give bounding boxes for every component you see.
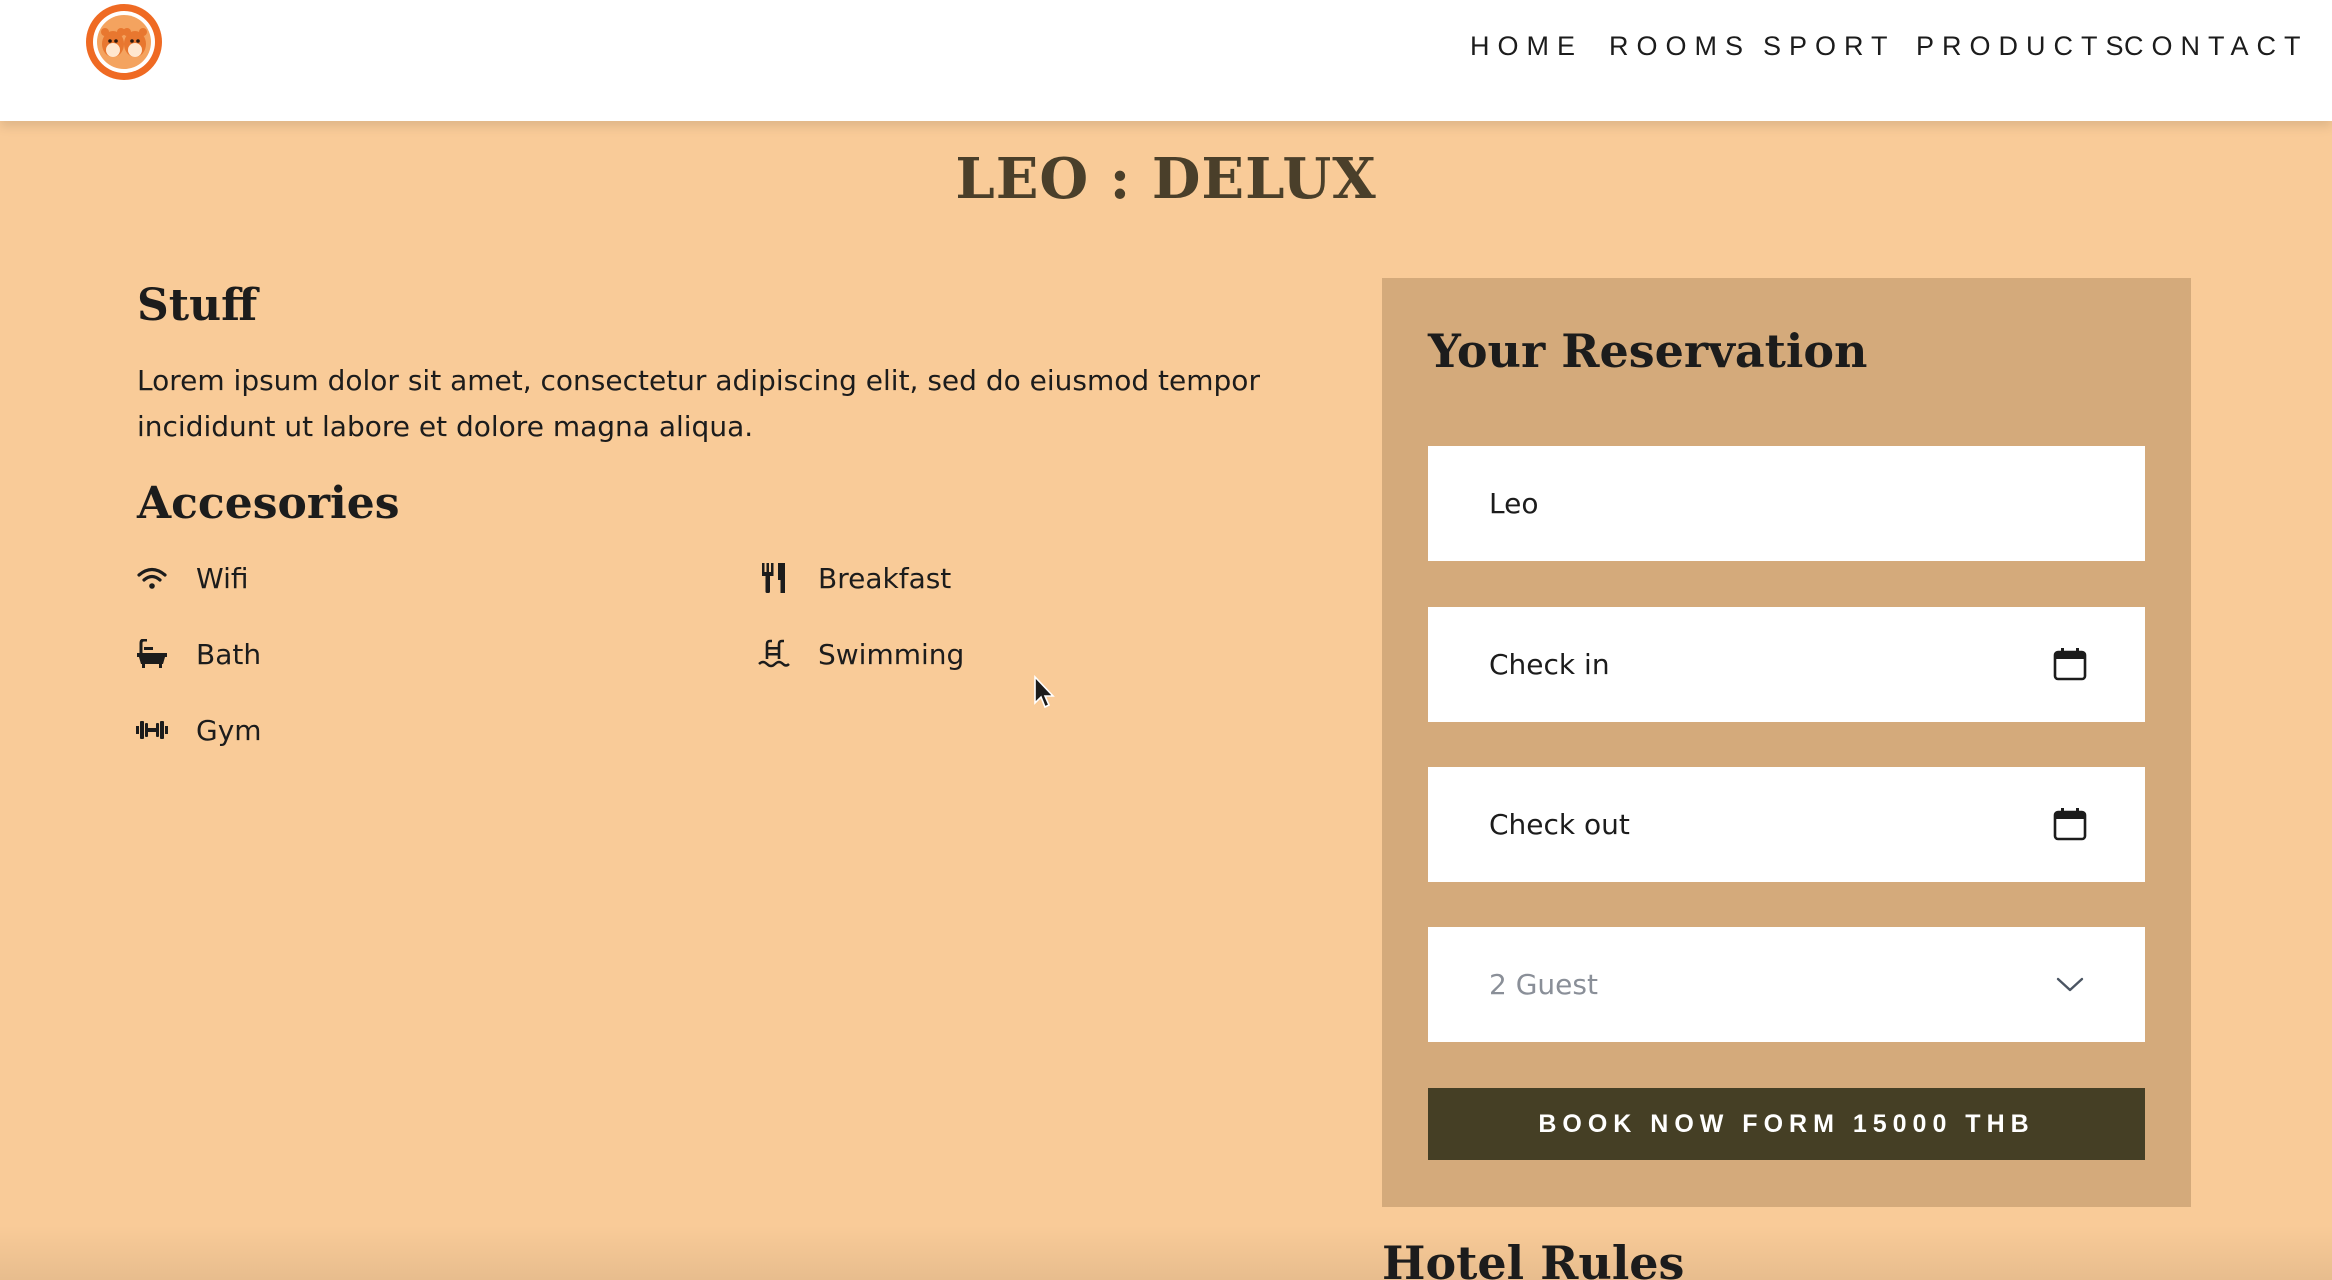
hamster-logo-icon[interactable]: [84, 2, 164, 82]
amenity-label: Gym: [196, 713, 262, 747]
amenity-label: Bath: [196, 637, 262, 671]
nav-home[interactable]: HOME: [1470, 28, 1583, 64]
stuff-heading: Stuff: [137, 280, 258, 331]
amenity-label: Swimming: [818, 637, 965, 671]
dumbbell-icon: [135, 713, 169, 747]
nav-sport[interactable]: SPORT: [1763, 28, 1896, 64]
checkin-value: Check in: [1489, 648, 1610, 681]
swimming-icon: [757, 637, 791, 671]
hotel-rules-heading: Hotel Rules: [1382, 1236, 1685, 1280]
page-title: LEO : DELUX: [955, 146, 1377, 212]
book-now-button[interactable]: BOOK NOW FORM 15000 THB: [1428, 1088, 2145, 1160]
name-field[interactable]: Leo: [1428, 446, 2145, 561]
guest-selected-value: 2 Guest: [1489, 968, 1598, 1001]
bath-icon: [135, 637, 169, 671]
utensils-icon: [757, 561, 791, 595]
calendar-icon[interactable]: [2053, 647, 2087, 681]
site-header: HOME ROOMS SPORT PRODUCTS CONTACT: [0, 0, 2332, 121]
nav-rooms[interactable]: ROOMS: [1609, 28, 1751, 64]
reservation-title: Your Reservation: [1428, 324, 1868, 378]
mouse-cursor-icon: [1033, 674, 1057, 711]
wifi-icon: [135, 561, 169, 595]
amenity-label: Breakfast: [818, 561, 952, 595]
accessories-heading: Accesories: [137, 478, 400, 529]
guest-select[interactable]: 2 Guest: [1428, 927, 2145, 1042]
amenity-bath: Bath: [135, 634, 261, 674]
checkin-date-field[interactable]: Check in: [1428, 607, 2145, 722]
checkout-date-field[interactable]: Check out: [1428, 767, 2145, 882]
calendar-icon[interactable]: [2053, 807, 2087, 841]
amenity-wifi: Wifi: [135, 558, 249, 598]
section-shadow: [0, 1225, 2332, 1280]
reservation-card: Your Reservation Leo Check in Check out: [1382, 278, 2191, 1207]
amenity-gym: Gym: [135, 710, 262, 750]
chevron-down-icon[interactable]: [2053, 967, 2087, 1001]
nav-contact[interactable]: CONTACT: [2124, 28, 2309, 64]
checkout-value: Check out: [1489, 808, 1630, 841]
nav-products[interactable]: PRODUCTS: [1916, 28, 2132, 64]
amenity-label: Wifi: [196, 561, 249, 595]
name-value: Leo: [1489, 487, 1539, 520]
amenity-swimming: Swimming: [757, 634, 964, 674]
amenity-breakfast: Breakfast: [757, 558, 951, 598]
stuff-description: Lorem ipsum dolor sit amet, consectetur …: [137, 364, 1260, 443]
